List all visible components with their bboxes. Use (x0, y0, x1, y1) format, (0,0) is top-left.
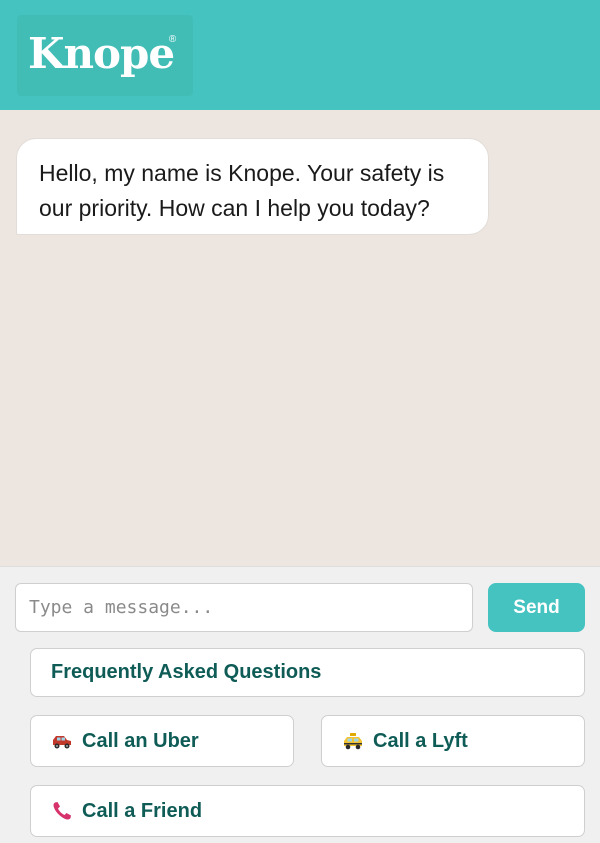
call-uber-button[interactable]: Call an Uber (30, 715, 294, 767)
send-button[interactable]: Send (488, 583, 585, 632)
composer-panel: Send Frequently Asked Questions Call an … (0, 566, 600, 843)
call-friend-label: Call a Friend (82, 799, 203, 822)
registered-mark: ® (168, 34, 177, 45)
call-lyft-label: Call a Lyft (373, 729, 468, 752)
faq-label: Frequently Asked Questions (51, 661, 322, 683)
logo-text: Knope (28, 29, 175, 78)
call-friend-button[interactable]: Call a Friend (30, 785, 585, 837)
knope-logo[interactable]: Knope ® (17, 15, 193, 96)
faq-button[interactable]: Frequently Asked Questions (30, 648, 585, 697)
phone-icon (53, 802, 71, 820)
bot-message-bubble: Hello, my name is Knope. Your safety is … (16, 138, 489, 235)
taxi-icon (344, 733, 362, 750)
car-icon (53, 736, 71, 749)
header: Knope ® (0, 0, 600, 110)
message-input[interactable] (15, 583, 473, 632)
call-uber-label: Call an Uber (82, 729, 199, 752)
chat-area: Hello, my name is Knope. Your safety is … (0, 110, 600, 566)
call-lyft-button[interactable]: Call a Lyft (321, 715, 585, 767)
